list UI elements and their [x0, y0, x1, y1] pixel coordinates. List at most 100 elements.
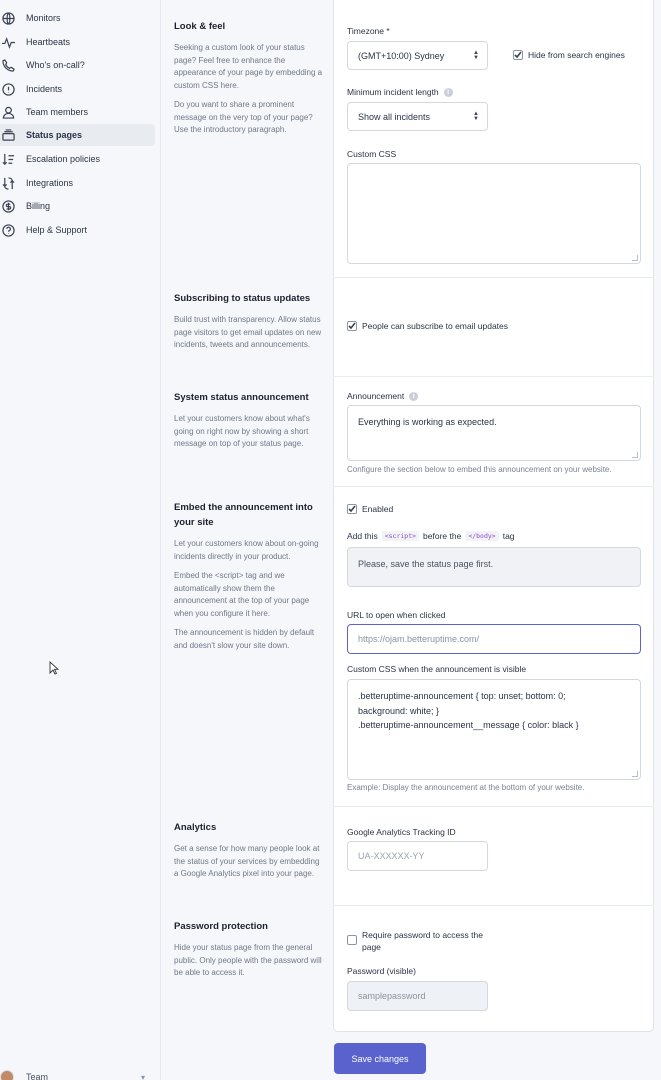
section-description: Do you want to share a prominent message… — [174, 100, 313, 134]
layers-icon — [1, 128, 15, 142]
section-description: Let your customers know about on-going i… — [174, 539, 319, 561]
hide-search-checkbox[interactable]: Hide from search engines — [513, 50, 625, 60]
sidebar-item-label: Integrations — [26, 178, 74, 188]
embed-suffix: tag — [502, 531, 515, 541]
sidebar-item-help-support[interactable]: Help & Support — [0, 219, 155, 241]
timezone-select[interactable]: (GMT+10:00) Sydney ▲ ▼ — [347, 41, 488, 70]
sidebar-item-label: Who's on-call? — [26, 60, 85, 70]
min-incident-label: Minimum incident length i — [347, 87, 453, 97]
min-incident-label-text: Minimum incident length — [347, 87, 439, 97]
avatar — [0, 1070, 14, 1080]
sidebar-item-label: Escalation policies — [26, 154, 101, 164]
css-visible-hint: Example: Display the announcement at the… — [347, 783, 585, 792]
section-description: Embed the <script> tag and we automatica… — [174, 571, 310, 618]
user-icon — [1, 105, 15, 119]
sidebar-item-team-members[interactable]: Team members — [0, 101, 155, 123]
embed-snippet-field[interactable]: Please, save the status page first. — [347, 547, 641, 587]
section-description: Hide your status page from the general p… — [174, 943, 322, 977]
section-title: Subscribing to status updates — [174, 293, 311, 304]
section-announcement: System status announcement Let your cust… — [174, 390, 324, 451]
url-input[interactable]: https://ojam.betteruptime.com/ — [347, 624, 641, 654]
require-password-checkbox[interactable]: Require password to access the page — [347, 929, 497, 953]
embed-instruction: Add this <script> before the </body> tag — [347, 531, 515, 541]
section-analytics: Analytics Get a sense for how many peopl… — [174, 820, 324, 881]
sidebar-item-escalation-policies[interactable]: Escalation policies — [0, 148, 155, 170]
custom-css-label: Custom CSS — [347, 149, 397, 159]
announcement-textarea[interactable]: Everything is working as expected. — [347, 405, 641, 461]
css-line: .betteruptime-announcement { top: unset;… — [358, 691, 566, 701]
sidebar-item-status-pages[interactable]: Status pages — [0, 124, 155, 146]
sidebar-item-incidents[interactable]: Incidents — [0, 78, 155, 100]
escalation-icon — [1, 152, 15, 166]
dollar-icon — [1, 199, 15, 213]
css-line: background: white; } — [358, 705, 440, 716]
chevron-down-icon: ▾ — [140, 1072, 145, 1080]
enabled-label: Enabled — [362, 504, 394, 514]
timezone-value: (GMT+10:00) Sydney — [358, 50, 445, 61]
resize-handle-icon[interactable] — [632, 255, 638, 261]
checkbox-unchecked-icon — [347, 935, 357, 945]
sidebar-item-billing[interactable]: Billing — [0, 195, 155, 217]
min-incident-value: Show all incidents — [358, 111, 431, 122]
help-icon — [1, 223, 15, 237]
team-label: Team — [26, 1072, 49, 1080]
sidebar-item-monitors[interactable]: Monitors — [0, 7, 155, 29]
info-icon[interactable]: i — [409, 391, 419, 401]
globe-icon — [1, 11, 15, 25]
min-incident-select[interactable]: Show all incidents ▲ ▼ — [347, 102, 488, 131]
section-title: System status announcement — [174, 392, 309, 403]
resize-handle-icon[interactable] — [632, 452, 638, 458]
code-script-tag: <script> — [381, 531, 420, 541]
css-visible-textarea[interactable]: .betteruptime-announcement { top: unset;… — [347, 679, 641, 780]
checkbox-checked-icon — [347, 321, 357, 331]
timezone-label: Timezone * — [347, 26, 390, 36]
enabled-checkbox[interactable]: Enabled — [347, 504, 393, 514]
sidebar-item-label: Team members — [26, 107, 89, 117]
code-body-tag: </body> — [465, 531, 499, 541]
section-title: Analytics — [174, 822, 217, 833]
hide-search-label: Hide from search engines — [528, 50, 625, 60]
checkbox-checked-icon — [347, 504, 357, 514]
url-placeholder: https://ojam.betteruptime.com/ — [358, 634, 480, 644]
mouse-cursor-icon — [49, 661, 59, 675]
sidebar-item-on-call[interactable]: Who's on-call? — [0, 54, 155, 76]
ga-placeholder: UA-XXXXXX-YY — [358, 851, 425, 861]
resize-handle-icon[interactable] — [632, 771, 638, 777]
ga-input[interactable]: UA-XXXXXX-YY — [347, 841, 488, 871]
announcement-value: Everything is working as expected. — [358, 417, 497, 427]
section-title: Password protection — [174, 921, 268, 932]
section-password: Password protection Hide your status pag… — [174, 919, 324, 980]
subscribe-checkbox[interactable]: People can subscribe to email updates — [347, 321, 508, 331]
sidebar-item-label: Help & Support — [26, 225, 88, 235]
section-embed: Embed the announcement into your site Le… — [174, 500, 324, 652]
sidebar-item-label: Status pages — [26, 130, 83, 140]
password-placeholder: samplepassword — [358, 991, 426, 1001]
section-title: Embed the announcement into your site — [174, 502, 313, 528]
sidebar-item-label: Monitors — [26, 13, 61, 23]
sidebar-item-label: Heartbeats — [26, 37, 71, 47]
section-description: Let your customers know about what's goi… — [174, 414, 310, 448]
sidebar-item-label: Incidents — [26, 84, 63, 94]
password-label: Password (visible) — [347, 966, 416, 976]
team-switcher[interactable]: Team ▾ — [0, 1070, 155, 1080]
alert-circle-icon — [1, 82, 15, 96]
require-password-label: Require password to access the page — [362, 930, 483, 952]
integrations-icon — [1, 176, 15, 190]
section-title: Look & feel — [174, 21, 226, 32]
embed-middle: before the — [423, 531, 462, 541]
save-changes-button[interactable]: Save changes — [334, 1043, 426, 1074]
divider — [333, 376, 654, 377]
ga-label: Google Analytics Tracking ID — [347, 827, 456, 837]
sidebar: Monitors Heartbeats Who's on-call? Incid… — [0, 0, 161, 1080]
sidebar-item-heartbeats[interactable]: Heartbeats — [0, 31, 155, 53]
section-look-feel: Look & feel Seeking a custom look of you… — [174, 19, 324, 137]
css-visible-label: Custom CSS when the announcement is visi… — [347, 664, 527, 674]
css-line: .betteruptime-announcement__message { co… — [358, 720, 579, 730]
custom-css-textarea[interactable] — [347, 163, 641, 264]
announcement-label: Announcement i — [347, 391, 419, 401]
info-icon[interactable]: i — [443, 87, 453, 97]
select-caret-icon: ▲ ▼ — [473, 111, 479, 122]
sidebar-item-integrations[interactable]: Integrations — [0, 172, 155, 194]
password-input[interactable]: samplepassword — [347, 981, 488, 1011]
announcement-hint: Configure the section below to embed thi… — [347, 465, 612, 474]
